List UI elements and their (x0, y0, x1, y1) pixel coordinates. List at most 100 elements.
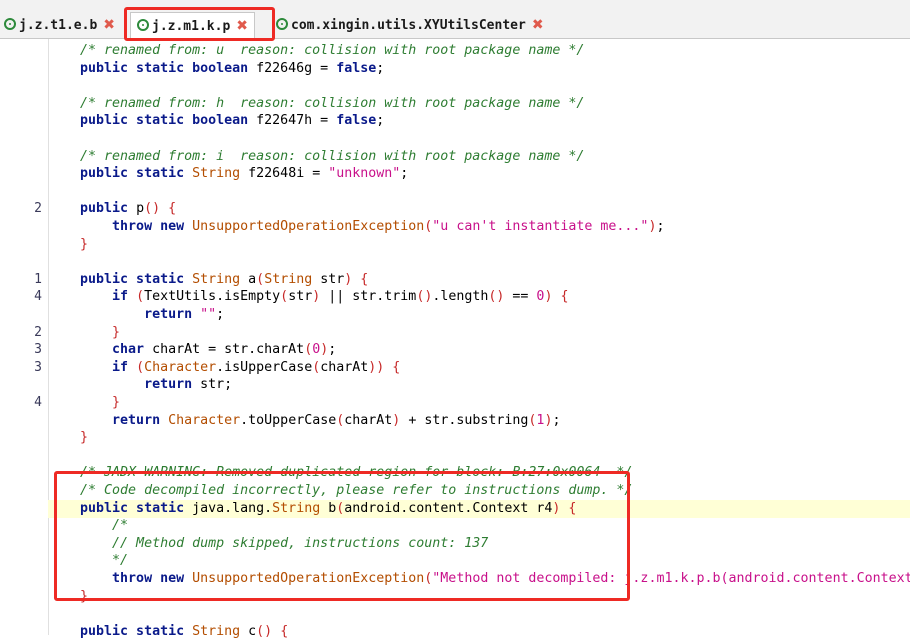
gutter-line-number: 2 (34, 201, 42, 217)
code-line[interactable]: return Character.toUpperCase(charAt) + s… (48, 412, 910, 430)
code-token: throw new (48, 571, 193, 586)
code-token: f22648i = (240, 166, 329, 182)
code-token: String (192, 166, 241, 182)
code-token: ( (136, 359, 145, 375)
close-icon[interactable]: ✖ (236, 18, 248, 34)
class-icon (137, 19, 149, 31)
code-line[interactable]: throw new UnsupportedOperationException(… (48, 570, 910, 588)
code-line[interactable]: if (Character.isUpperCase(charAt)) { (48, 359, 910, 377)
code-line[interactable]: // Method dump skipped, instructions cou… (48, 535, 910, 553)
code-token: c (240, 623, 257, 639)
code-token: .length (432, 289, 489, 305)
code-token: ; (376, 113, 385, 129)
code-line[interactable]: /* renamed from: u reason: collision wit… (48, 42, 910, 60)
code-line[interactable]: } (48, 429, 910, 447)
code-token: str (312, 271, 345, 287)
code-token: } (48, 236, 89, 252)
code-token: TextUtils.isEmpty (144, 289, 281, 305)
code-line[interactable]: public static String a(String str) { (48, 271, 910, 289)
code-line[interactable]: } (48, 236, 910, 254)
code-token: /* renamed from: u reason: collision wit… (48, 43, 585, 58)
close-icon[interactable]: ✖ (532, 17, 544, 33)
code-line[interactable]: /* Code decompiled incorrectly, please r… (48, 482, 910, 500)
code-token: ( (136, 289, 145, 305)
code-line[interactable]: return str; (48, 376, 910, 394)
code-line[interactable] (48, 183, 910, 201)
code-token: public static (48, 500, 193, 516)
code-token: p (136, 201, 145, 217)
code-token: public static (48, 166, 193, 182)
code-token: "" (200, 307, 217, 322)
code-token: ; (328, 342, 337, 358)
code-line[interactable]: throw new UnsupportedOperationException(… (48, 218, 910, 236)
code-token: ; (656, 219, 665, 234)
code-line[interactable]: public static boolean f22647h = false; (48, 112, 910, 130)
code-editor[interactable]: 2 1 4 2 33 4 /* renamed from: u reason: colli… (0, 39, 910, 639)
tab-j-z-m1-k-p[interactable]: j.z.m1.k.p ✖ (130, 12, 256, 39)
class-icon (4, 18, 16, 30)
code-token: java.lang. (192, 500, 273, 516)
code-line[interactable] (48, 605, 910, 623)
code-token: } (48, 588, 89, 604)
code-token: /* (48, 518, 129, 534)
code-line[interactable] (48, 253, 910, 271)
code-token: ; (376, 60, 385, 76)
code-token: b (320, 500, 337, 516)
code-line[interactable]: char charAt = str.charAt(0); (48, 341, 910, 359)
code-token: "Method not decompiled: j.z.m1.k.p.b(and… (432, 571, 910, 586)
code-line[interactable]: /* (48, 517, 910, 535)
code-token: false (336, 113, 377, 129)
code-token: public static (48, 623, 193, 639)
code-token: "u can't instantiate me..." (432, 219, 649, 234)
code-line[interactable]: /* JADX WARNING: Removed duplicated regi… (48, 464, 910, 482)
code-token: /* renamed from: i reason: collision wit… (48, 148, 585, 164)
code-token: ) { (344, 271, 369, 287)
code-token: /* JADX WARNING: Removed duplicated regi… (48, 465, 633, 481)
code-line[interactable]: } (48, 588, 910, 606)
code-token: Character (144, 359, 217, 375)
code-token: .isUpperCase (216, 359, 313, 375)
gutter-line-number: 4 (34, 395, 42, 410)
code-line[interactable]: */ (48, 552, 910, 570)
code-line[interactable] (48, 77, 910, 95)
close-icon[interactable]: ✖ (103, 17, 115, 33)
code-line[interactable]: if (TextUtils.isEmpty(str) || str.trim()… (48, 288, 910, 306)
code-token: String (192, 271, 241, 287)
gutter-line-number: 3 (34, 342, 42, 358)
code-line[interactable]: /* renamed from: h reason: collision wit… (48, 95, 910, 113)
code-token: || str.trim (320, 289, 417, 305)
code-token: () (488, 289, 505, 305)
code-token: } (48, 430, 89, 446)
code-line[interactable]: public static boolean f22646g = false; (48, 60, 910, 78)
code-line[interactable] (48, 447, 910, 465)
code-token: if (48, 289, 137, 305)
tab-j-z-t1-e-b[interactable]: j.z.t1.e.b ✖ (4, 12, 115, 38)
code-token: UnsupportedOperationException (192, 219, 425, 234)
gutter-line-number: 1 (34, 271, 42, 287)
code-line[interactable]: return ""; (48, 306, 910, 324)
code-line[interactable]: public static String f22648i = "unknown"… (48, 165, 910, 183)
code-token: ) { (544, 289, 569, 305)
tab-xyutilscenter[interactable]: com.xingin.utils.XYUtilsCenter ✖ (276, 12, 544, 38)
code-line[interactable]: } (48, 394, 910, 412)
code-token: charAt = str.charAt (152, 342, 305, 358)
code-token: if (48, 359, 137, 375)
code-token: throw new (48, 219, 193, 234)
code-line[interactable]: /* renamed from: i reason: collision wit… (48, 148, 910, 166)
code-token: return (48, 412, 169, 428)
code-token: UnsupportedOperationException (192, 571, 425, 586)
class-icon (276, 18, 288, 30)
code-token: ; (400, 166, 409, 182)
code-line[interactable]: } (48, 324, 910, 342)
line-gutter: 2 1 4 2 33 4 (0, 39, 49, 635)
code-token: Character (168, 412, 241, 428)
code-token: () { (144, 201, 177, 217)
code-token: () (416, 289, 433, 305)
code-line[interactable]: public static String c() { (48, 623, 910, 641)
code-line[interactable] (48, 130, 910, 148)
tab-label: j.z.t1.e.b (19, 18, 98, 33)
code-line[interactable]: public static java.lang.String b(android… (48, 499, 910, 518)
gutter-line-number: 2 (34, 324, 42, 340)
code-token: str (288, 289, 313, 305)
code-line[interactable]: public p() { (48, 200, 910, 218)
